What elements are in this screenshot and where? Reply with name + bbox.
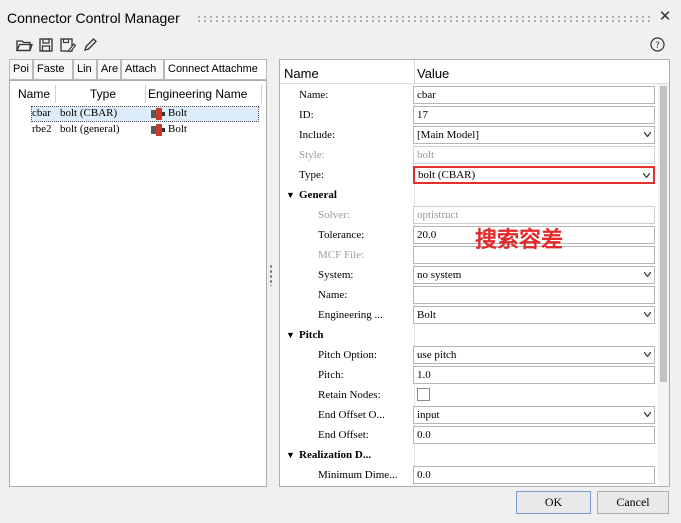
prop-engineering-row: Engineering ... Bolt (280, 305, 660, 325)
prop-retain-nodes-row: Retain Nodes: (280, 385, 660, 405)
prop-end-offset-row: End Offset: 0.0 (280, 425, 660, 445)
property-panel: Name Value Name: cbar ID: 17 Include: [M… (279, 59, 670, 487)
end-offset-field[interactable]: 0.0 (413, 426, 655, 444)
title-bar: Connector Control Manager ✕ (0, 0, 681, 34)
prop-name-row: Name: cbar (280, 85, 660, 105)
tab-points[interactable]: Poi (9, 59, 33, 80)
tab-lines[interactable]: Lin (73, 59, 97, 80)
window-title: Connector Control Manager (7, 10, 180, 26)
prop-pitch-option-row: Pitch Option: use pitch (280, 345, 660, 365)
prop-type-row: Type: bolt (CBAR) (280, 165, 660, 185)
edit-pencil-icon[interactable] (81, 36, 99, 54)
list-item[interactable]: rbe2 bolt (general) Bolt (10, 122, 266, 138)
chevron-down-icon (644, 272, 651, 277)
svg-text:?: ? (655, 41, 660, 51)
row-name: rbe2 (32, 123, 52, 135)
row-name: cbar (32, 107, 51, 119)
bolt-icon (150, 107, 166, 121)
type-select[interactable]: bolt (CBAR) (413, 166, 655, 184)
section-realization[interactable]: ▼ Realization D... (280, 446, 660, 466)
chevron-down-icon (644, 412, 651, 417)
chevron-down-icon (644, 352, 651, 357)
prop-solver-row: Solver: optistruct (280, 205, 660, 225)
property-header: Name Value (280, 60, 669, 84)
column-engineering-header[interactable]: Engineering Name (148, 87, 247, 101)
list-item[interactable]: cbar bolt (CBAR) Bolt (10, 106, 266, 122)
cancel-button[interactable]: Cancel (597, 491, 669, 514)
collapse-caret-icon[interactable]: ▼ (286, 450, 295, 460)
general-name-field[interactable] (413, 286, 655, 304)
tab-areas[interactable]: Are (97, 59, 121, 80)
row-type: bolt (general) (60, 123, 120, 135)
id-field[interactable]: 17 (413, 106, 655, 124)
prop-general-name-row: Name: (280, 285, 660, 305)
prop-include-row: Include: [Main Model] (280, 125, 660, 145)
prop-minimum-dimension-row: Minimum Dime... 0.0 (280, 465, 660, 485)
list-header: Name Type Engineering Name (10, 85, 266, 103)
tab-attach[interactable]: Attach (121, 59, 164, 80)
include-select[interactable]: [Main Model] (413, 126, 655, 144)
name-field[interactable]: cbar (413, 86, 655, 104)
save-icon[interactable] (37, 36, 55, 54)
system-select[interactable]: no system (413, 266, 655, 284)
vertical-scrollbar[interactable] (658, 84, 669, 486)
column-type-header[interactable]: Type (90, 87, 116, 101)
style-field: bolt (413, 146, 655, 164)
column-name-header[interactable]: Name (18, 87, 50, 101)
collapse-caret-icon[interactable]: ▼ (286, 330, 295, 340)
annotation-label: 搜索容差 (475, 227, 564, 252)
row-engineering: Bolt (168, 123, 187, 135)
section-pitch[interactable]: ▼ Pitch (280, 326, 660, 346)
prop-mcf-row: MCF File: (280, 245, 660, 265)
column-value-header[interactable]: Value (417, 66, 449, 81)
scrollbar-thumb[interactable] (660, 86, 667, 382)
close-icon[interactable]: ✕ (656, 8, 674, 26)
pitch-field[interactable]: 1.0 (413, 366, 655, 384)
save-as-icon[interactable] (59, 36, 77, 54)
minimum-dimension-field[interactable]: 0.0 (413, 466, 655, 484)
prop-id-row: ID: 17 (280, 105, 660, 125)
prop-pitch-row: Pitch: 1.0 (280, 365, 660, 385)
tab-fasteners[interactable]: Faste (33, 59, 73, 80)
prop-style-row: Style: bolt (280, 145, 660, 165)
prop-system-row: System: no system (280, 265, 660, 285)
engineering-select[interactable]: Bolt (413, 306, 655, 324)
panel-splitter[interactable] (269, 264, 273, 286)
prop-tolerance-row: Tolerance: 20.0 (280, 225, 660, 245)
pitch-option-select[interactable]: use pitch (413, 346, 655, 364)
collapse-caret-icon[interactable]: ▼ (286, 190, 295, 200)
chevron-down-icon (643, 173, 650, 178)
ok-button[interactable]: OK (516, 491, 591, 514)
end-offset-option-select[interactable]: input (413, 406, 655, 424)
column-name-header[interactable]: Name (284, 66, 319, 81)
section-general[interactable]: ▼ General (280, 186, 660, 206)
retain-nodes-checkbox[interactable] (417, 388, 430, 401)
row-type: bolt (CBAR) (60, 107, 118, 119)
connector-list: Name Type Engineering Name cbar bolt (CB… (9, 80, 267, 487)
help-icon[interactable]: ? (649, 36, 666, 53)
tab-connect-attachments[interactable]: Connect Attachme (164, 59, 267, 80)
drag-grip[interactable] (196, 15, 651, 22)
row-engineering: Bolt (168, 107, 187, 119)
prop-end-offset-option-row: End Offset O... input (280, 405, 660, 425)
bolt-icon (150, 123, 166, 137)
chevron-down-icon (644, 312, 651, 317)
open-folder-icon[interactable] (15, 36, 33, 54)
chevron-down-icon (644, 132, 651, 137)
